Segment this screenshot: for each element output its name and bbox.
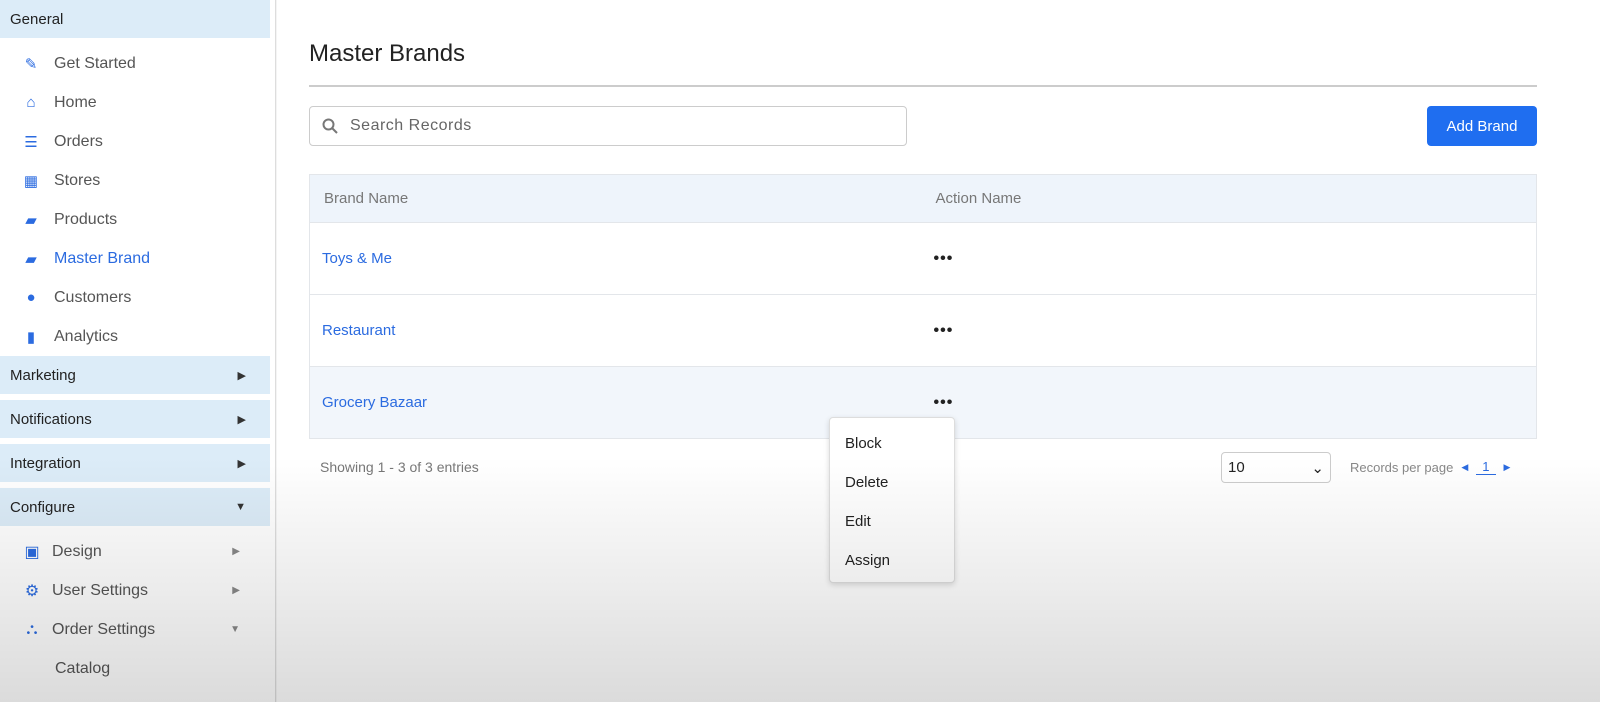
- sidebar-item-label: Design: [52, 542, 102, 560]
- home-icon: ⌂: [26, 94, 36, 111]
- sidebar-item-label: Get Started: [54, 54, 136, 72]
- section-label: Integration: [10, 454, 81, 472]
- action-menu: Block Delete Edit Assign: [829, 417, 955, 583]
- brand-link[interactable]: Grocery Bazaar: [322, 394, 427, 411]
- sidebar-item-label: Orders: [54, 132, 103, 150]
- user-icon: ●: [26, 289, 36, 306]
- brands-table: Brand Name Action Name Toys & Me ••• Resta…: [309, 174, 1537, 439]
- analytics-icon: ▮: [26, 328, 36, 346]
- sidebar-item-label: Catalog: [55, 659, 111, 677]
- brand-link[interactable]: Restaurant: [322, 322, 395, 339]
- sidebar-section-integration[interactable]: Integration ▶: [0, 444, 270, 482]
- add-brand-button[interactable]: Add Brand: [1427, 106, 1537, 146]
- per-page-select[interactable]: 10 ⌄: [1221, 452, 1331, 483]
- more-actions-icon[interactable]: •••: [934, 250, 954, 267]
- prev-page-icon[interactable]: ◀: [1461, 462, 1468, 473]
- column-header-brand-name: Brand Name: [309, 174, 922, 223]
- sidebar-item-label: Order Settings: [52, 620, 156, 638]
- table-row: Toys & Me •••: [309, 222, 1537, 295]
- gear-user-icon: ⚙: [24, 582, 40, 600]
- sidebar-section-general[interactable]: General: [0, 0, 270, 38]
- chevron-down-icon: ⌄: [1311, 459, 1324, 477]
- sidebar-item-analytics[interactable]: ▮ Analytics: [0, 317, 275, 356]
- caret-right-icon: ▶: [232, 585, 240, 596]
- more-actions-icon[interactable]: •••: [934, 394, 954, 411]
- monitor-icon: ▣: [24, 543, 40, 561]
- records-per-page-label: Records per page: [1350, 459, 1454, 475]
- table-header: Brand Name Action Name: [309, 174, 1537, 223]
- products-icon: ▰: [25, 211, 37, 229]
- sidebar-item-master-brand[interactable]: ▰ Master Brand: [0, 239, 275, 278]
- next-page-icon[interactable]: ▶: [1504, 462, 1511, 473]
- section-label: Marketing: [10, 366, 76, 384]
- caret-right-icon: ▶: [237, 413, 246, 426]
- sidebar-item-order-settings[interactable]: ⛬ Order Settings ▼: [0, 610, 270, 649]
- sidebar-item-label: Products: [54, 210, 118, 228]
- per-page-value: 10: [1228, 459, 1245, 476]
- search-icon: [322, 118, 338, 134]
- sidebar-item-customers[interactable]: ● Customers: [0, 278, 275, 317]
- sidebar-section-notifications[interactable]: Notifications ▶: [0, 400, 270, 438]
- page-number[interactable]: 1: [1476, 459, 1496, 475]
- menu-item-delete[interactable]: Delete: [830, 463, 954, 502]
- sidebar-item-label: Master Brand: [54, 249, 151, 267]
- sidebar-item-get-started[interactable]: ✎ Get Started: [0, 44, 275, 83]
- section-label: Notifications: [10, 410, 92, 428]
- sidebar-item-design[interactable]: ▣ Design ▶: [0, 532, 270, 571]
- brand-icon: ▰: [25, 250, 37, 268]
- search-box[interactable]: [309, 106, 907, 146]
- sidebar-item-user-settings[interactable]: ⚙ User Settings ▶: [0, 571, 270, 610]
- menu-item-block[interactable]: Block: [830, 424, 954, 463]
- search-input[interactable]: [350, 117, 870, 135]
- sidebar-item-orders[interactable]: ☰ Orders: [0, 122, 275, 161]
- section-label: General: [10, 10, 64, 28]
- sidebar-item-label: Home: [54, 93, 97, 111]
- edit-icon: ✎: [24, 55, 38, 73]
- page-title: Master Brands: [309, 40, 466, 67]
- sidebar-item-catalog[interactable]: Catalog: [0, 649, 275, 688]
- orders-icon: ☰: [24, 133, 38, 151]
- sidebar-item-label: Stores: [54, 171, 101, 189]
- sidebar-item-home[interactable]: ⌂ Home: [0, 83, 275, 122]
- flow-icon: ⛬: [26, 620, 38, 638]
- section-label: Configure: [10, 498, 76, 516]
- main-content: Master Brands Add Brand Brand NameAction…: [277, 0, 1600, 702]
- sidebar-item-label: Analytics: [54, 327, 119, 345]
- menu-item-edit[interactable]: Edit: [830, 502, 954, 541]
- sidebar-item-label: Customers: [54, 288, 132, 306]
- caret-right-icon: ▶: [232, 546, 240, 557]
- divider: [309, 85, 1537, 87]
- sidebar-item-products[interactable]: ▰ Products: [0, 200, 275, 239]
- sidebar: General ✎ Get Started ⌂ Home ☰ Orders ▦ Stor…: [0, 0, 276, 702]
- sidebar-section-configure[interactable]: Configure ▼: [0, 488, 270, 526]
- caret-down-icon: ▼: [230, 624, 240, 635]
- table-row: Restaurant •••: [309, 294, 1537, 367]
- sidebar-item-stores[interactable]: ▦ Stores: [0, 161, 275, 200]
- more-actions-icon[interactable]: •••: [934, 322, 954, 339]
- pagination: Records per page ◀ 1 ▶: [1350, 459, 1510, 475]
- caret-right-icon: ▶: [237, 457, 246, 470]
- sidebar-item-label: User Settings: [52, 581, 149, 599]
- sidebar-section-marketing[interactable]: Marketing ▶: [0, 356, 270, 394]
- entries-info: Showing 1 - 3 of 3 entries: [320, 459, 479, 475]
- menu-item-assign[interactable]: Assign: [830, 541, 954, 580]
- caret-down-icon: ▼: [235, 501, 246, 513]
- store-icon: ▦: [23, 172, 39, 190]
- brand-link[interactable]: Toys & Me: [322, 250, 392, 267]
- column-header-action-name: Action Name: [921, 174, 1537, 223]
- caret-right-icon: ▶: [237, 369, 246, 382]
